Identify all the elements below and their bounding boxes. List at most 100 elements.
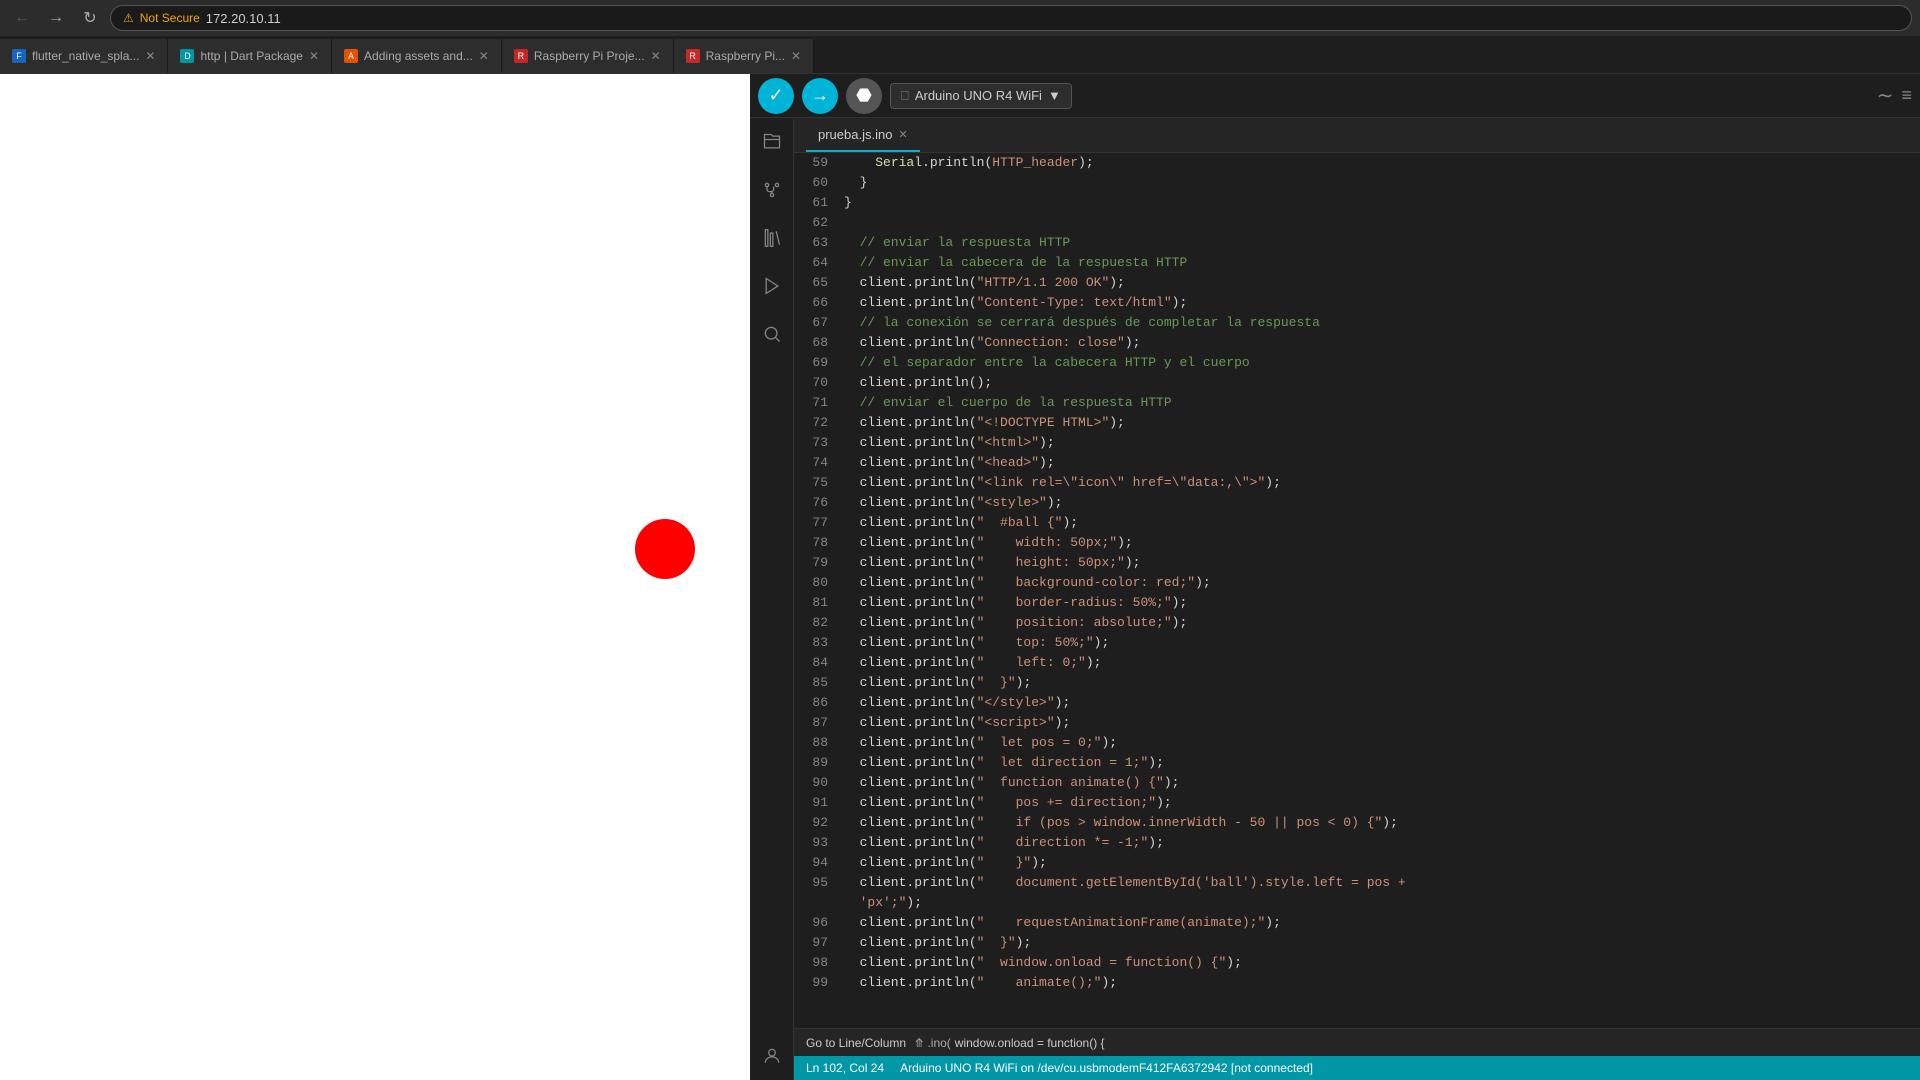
tab-raspberry1[interactable]: R Raspberry Pi Proje... ✕ bbox=[502, 39, 674, 73]
code-line: 60 } bbox=[794, 173, 1920, 193]
library-icon[interactable] bbox=[756, 222, 788, 254]
tab-adding[interactable]: A Adding assets and... ✕ bbox=[332, 39, 502, 73]
code-line: 86 client.println("</style>"); bbox=[794, 693, 1920, 713]
tab-title-raspberry2: Raspberry Pi... bbox=[706, 49, 785, 63]
code-line: 88 client.println(" let pos = 0;"); bbox=[794, 733, 1920, 753]
status-board: Arduino UNO R4 WiFi on /dev/cu.usbmodemF… bbox=[900, 1061, 1313, 1075]
code-line: 92 client.println(" if (pos > window.inn… bbox=[794, 813, 1920, 833]
red-ball bbox=[635, 519, 695, 579]
goto-label: Go to Line/Column bbox=[806, 1036, 906, 1050]
verify-button[interactable]: ✓ bbox=[758, 78, 794, 114]
code-line: 93 client.println(" direction *= -1;"); bbox=[794, 833, 1920, 853]
tab-title-raspberry1: Raspberry Pi Proje... bbox=[534, 49, 645, 63]
code-line: 84 client.println(" left: 0;"); bbox=[794, 653, 1920, 673]
code-line: 83 client.println(" top: 50%;"); bbox=[794, 633, 1920, 653]
code-line: 94 client.println(" }"); bbox=[794, 853, 1920, 873]
code-line: 61 } bbox=[794, 193, 1920, 213]
refresh-button[interactable]: ↻ bbox=[76, 4, 104, 32]
tab-close-flutter[interactable]: ✕ bbox=[145, 49, 155, 63]
board-selector[interactable]: ⎕ Arduino UNO R4 WiFi ▼ bbox=[890, 83, 1072, 109]
board-dropdown-icon: ▼ bbox=[1048, 88, 1061, 103]
tab-flutter[interactable]: F flutter_native_spla... ✕ bbox=[0, 39, 168, 73]
code-line: 76 client.println("<style>"); bbox=[794, 493, 1920, 513]
url-text: 172.20.10.11 bbox=[206, 11, 281, 26]
tab-close-raspberry2[interactable]: ✕ bbox=[791, 49, 801, 63]
source-control-icon[interactable] bbox=[756, 174, 788, 206]
tab-title-adding: Adding assets and... bbox=[364, 49, 473, 63]
back-button[interactable]: ← bbox=[8, 4, 36, 32]
code-line: 59 Serial.println(HTTP_header); bbox=[794, 153, 1920, 173]
code-line: 98 client.println(" window.onload = func… bbox=[794, 953, 1920, 973]
tab-favicon-dart: D bbox=[180, 49, 194, 63]
goto-bar: Go to Line/Column ⤊ .ino( window.onload … bbox=[794, 1028, 1920, 1056]
code-line: 73 client.println("<html>"); bbox=[794, 433, 1920, 453]
not-secure-label: Not Secure bbox=[140, 11, 200, 25]
code-line: 89 client.println(" let direction = 1;")… bbox=[794, 753, 1920, 773]
code-line: 85 client.println(" }"); bbox=[794, 673, 1920, 693]
upload-button[interactable]: → bbox=[802, 78, 838, 114]
code-line: 69 // el separador entre la cabecera HTT… bbox=[794, 353, 1920, 373]
arduino-sidebar bbox=[750, 118, 794, 1080]
editor-tab-filename: prueba.js.ino bbox=[818, 127, 892, 142]
tab-favicon-adding: A bbox=[344, 49, 358, 63]
code-line: 82 client.println(" position: absolute;"… bbox=[794, 613, 1920, 633]
tab-favicon-raspberry2: R bbox=[686, 49, 700, 63]
code-line: 77 client.println(" #ball {"); bbox=[794, 513, 1920, 533]
code-line: 81 client.println(" border-radius: 50%;"… bbox=[794, 593, 1920, 613]
tab-close-raspberry1[interactable]: ✕ bbox=[651, 49, 661, 63]
warning-icon: ⚠ bbox=[123, 11, 134, 25]
run-icon[interactable] bbox=[756, 270, 788, 302]
main-area: ✓ → ⬣ ⎕ Arduino UNO R4 WiFi ▼ ∼ ≡ bbox=[0, 74, 1920, 1080]
editor-tab-close[interactable]: ✕ bbox=[898, 128, 907, 141]
tab-bar: F flutter_native_spla... ✕ D http | Dart… bbox=[0, 36, 1920, 74]
debug-button[interactable]: ⬣ bbox=[846, 78, 882, 114]
account-icon[interactable] bbox=[756, 1040, 788, 1072]
code-line: 75 client.println("<link rel=\"icon\" hr… bbox=[794, 473, 1920, 493]
arduino-toolbar: ✓ → ⬣ ⎕ Arduino UNO R4 WiFi ▼ ∼ ≡ bbox=[750, 74, 1920, 118]
code-line: 90 client.println(" function animate() {… bbox=[794, 773, 1920, 793]
code-line: 79 client.println(" height: 50px;"); bbox=[794, 553, 1920, 573]
status-line-col: Ln 102, Col 24 bbox=[806, 1061, 884, 1075]
code-line: 99 client.println(" animate();"); bbox=[794, 973, 1920, 993]
menu-icon[interactable]: ≡ bbox=[1901, 85, 1912, 106]
arduino-ide: ✓ → ⬣ ⎕ Arduino UNO R4 WiFi ▼ ∼ ≡ bbox=[750, 74, 1920, 1080]
tab-raspberry2[interactable]: R Raspberry Pi... ✕ bbox=[674, 39, 814, 73]
browser-content bbox=[0, 74, 750, 1080]
tab-close-dart[interactable]: ✕ bbox=[309, 49, 319, 63]
serial-monitor-icon[interactable]: ∼ bbox=[1877, 83, 1894, 108]
code-editor: prueba.js.ino ✕ 59 Serial.println(HTTP_h… bbox=[794, 118, 1920, 1080]
code-line: 78 client.println(" width: 50px;"); bbox=[794, 533, 1920, 553]
code-line: 67 // la conexión se cerrará después de … bbox=[794, 313, 1920, 333]
editor-tab-prueba[interactable]: prueba.js.ino ✕ bbox=[806, 118, 920, 152]
goto-hint: ⤊ .ino( bbox=[914, 1036, 951, 1050]
code-line: 74 client.println("<head>"); bbox=[794, 453, 1920, 473]
forward-button[interactable]: → bbox=[42, 4, 70, 32]
tab-favicon-raspberry1: R bbox=[514, 49, 528, 63]
usb-icon: ⎕ bbox=[901, 88, 909, 104]
code-line: 91 client.println(" pos += direction;"); bbox=[794, 793, 1920, 813]
tab-dart[interactable]: D http | Dart Package ✕ bbox=[168, 39, 332, 73]
arduino-body: prueba.js.ino ✕ 59 Serial.println(HTTP_h… bbox=[750, 118, 1920, 1080]
tab-title-dart: http | Dart Package bbox=[200, 49, 303, 63]
goto-extra: window.onload = function() { bbox=[955, 1036, 1105, 1050]
code-line: 71 // enviar el cuerpo de la respuesta H… bbox=[794, 393, 1920, 413]
editor-tab-bar: prueba.js.ino ✕ bbox=[794, 118, 1920, 153]
code-line: 63 // enviar la respuesta HTTP bbox=[794, 233, 1920, 253]
tab-title-flutter: flutter_native_spla... bbox=[32, 49, 139, 63]
code-line: 65 client.println("HTTP/1.1 200 OK"); bbox=[794, 273, 1920, 293]
tab-close-adding[interactable]: ✕ bbox=[479, 49, 489, 63]
files-icon[interactable] bbox=[756, 126, 788, 158]
code-line: 70 client.println(); bbox=[794, 373, 1920, 393]
code-line: 64 // enviar la cabecera de la respuesta… bbox=[794, 253, 1920, 273]
code-line: 95 client.println(" document.getElementB… bbox=[794, 873, 1920, 893]
code-line: 62 bbox=[794, 213, 1920, 233]
status-bar: Ln 102, Col 24 Arduino UNO R4 WiFi on /d… bbox=[794, 1056, 1920, 1080]
code-line: 68 client.println("Connection: close"); bbox=[794, 333, 1920, 353]
search-icon[interactable] bbox=[756, 318, 788, 350]
code-line: 96 client.println(" requestAnimationFram… bbox=[794, 913, 1920, 933]
code-line: 97 client.println(" }"); bbox=[794, 933, 1920, 953]
address-bar[interactable]: ⚠ Not Secure 172.20.10.11 bbox=[110, 5, 1912, 31]
code-line: 87 client.println("<script>"); bbox=[794, 713, 1920, 733]
code-line: 'px';"); bbox=[794, 893, 1920, 913]
code-area[interactable]: 59 Serial.println(HTTP_header); 60 } 61 … bbox=[794, 153, 1920, 1028]
